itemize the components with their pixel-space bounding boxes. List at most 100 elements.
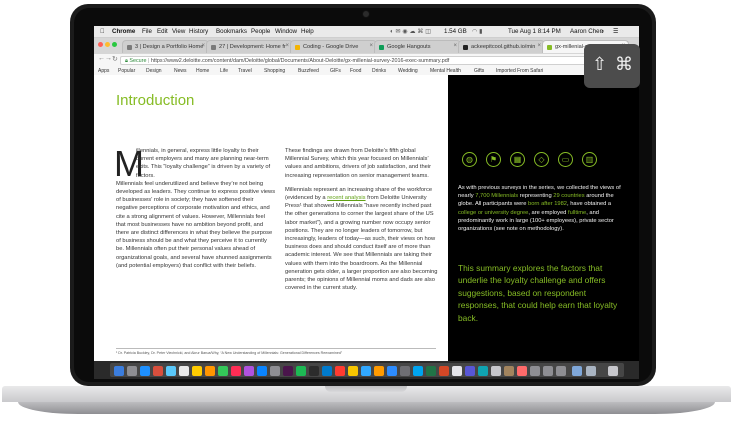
chrome-icon[interactable]	[153, 366, 163, 376]
bookmark-mental-health[interactable]: Mental Health	[430, 68, 461, 74]
bookmark-life[interactable]: Life	[220, 68, 228, 74]
bookmark-home[interactable]: Home	[196, 68, 209, 74]
command-key-icon: ⌘	[615, 54, 633, 74]
close-icon[interactable]: ×	[369, 43, 373, 49]
word-icon[interactable]	[413, 366, 423, 376]
app-icon[interactable]	[478, 366, 488, 376]
back-button[interactable]: ←	[98, 55, 105, 62]
menu-people[interactable]: People	[251, 28, 270, 35]
maximize-window-button[interactable]	[112, 42, 117, 47]
memory-indicator[interactable]: 1.54 GB	[444, 28, 467, 35]
calendar-app-icon[interactable]	[179, 366, 189, 376]
menu-history[interactable]: History	[189, 28, 208, 35]
tab-google-drive[interactable]: Coding - Google Drive ×	[290, 40, 377, 53]
bookmark-buzzfeed[interactable]: Buzzfeed	[298, 68, 319, 74]
xcode-icon[interactable]	[465, 366, 475, 376]
podcasts-icon[interactable]	[244, 366, 254, 376]
notes-icon[interactable]	[192, 366, 202, 376]
tab-hangouts[interactable]: Google Hangouts ×	[374, 40, 461, 53]
bookmark-design[interactable]: Design	[146, 68, 162, 74]
app-icon[interactable]	[491, 366, 501, 376]
music-icon[interactable]	[231, 366, 241, 376]
user-name[interactable]: Aaron Chen	[570, 28, 603, 35]
slack-icon[interactable]	[283, 366, 293, 376]
documents-folder-icon[interactable]	[586, 366, 596, 376]
wifi-icon[interactable]: ◠ ▮	[472, 28, 483, 35]
bookmark-gifs[interactable]: GIFs	[330, 68, 341, 74]
bookmark-wedding[interactable]: Wedding	[398, 68, 418, 74]
photos-icon[interactable]	[205, 366, 215, 376]
findings-paragraph: These findings are drawn from Deloitte’s…	[285, 148, 432, 179]
tab-github[interactable]: ackeepitcool.github.io/min ×	[458, 40, 545, 53]
preview-icon[interactable]	[400, 366, 410, 376]
bookmark-imported-from-safari[interactable]: Imported From Safari	[496, 68, 543, 74]
mail-icon[interactable]	[166, 366, 176, 376]
spotify-icon[interactable]	[296, 366, 306, 376]
search-icon[interactable]: ⌕	[601, 28, 604, 36]
powerpoint-icon[interactable]	[439, 366, 449, 376]
icon-row: ◍ ⚑ ▦ ◇ ▭ ▥	[462, 152, 622, 168]
close-icon[interactable]: ×	[537, 43, 541, 49]
list-icon[interactable]: ☰	[613, 28, 619, 35]
app-icon[interactable]	[556, 366, 566, 376]
briefcase-icon: ▭	[558, 152, 573, 167]
sketch-icon[interactable]	[348, 366, 358, 376]
photoshop-icon[interactable]	[361, 366, 371, 376]
code-editor-icon[interactable]	[322, 366, 332, 376]
launchpad-icon[interactable]	[127, 366, 137, 376]
tab-portfolio[interactable]: 3 | Design a Portfolio Home ×	[122, 40, 209, 53]
bookmark-popular[interactable]: Popular	[118, 68, 135, 74]
bookmark-food[interactable]: Food	[350, 68, 361, 74]
bookmark-gifts[interactable]: Gifts	[474, 68, 484, 74]
bookmark-drinks[interactable]: Drinks	[372, 68, 386, 74]
settings-icon[interactable]	[270, 366, 280, 376]
apple-icon[interactable]: 	[100, 28, 105, 35]
app-icon[interactable]	[504, 366, 514, 376]
app-icon[interactable]	[517, 366, 527, 376]
bookmark-apps[interactable]: Apps	[98, 68, 109, 74]
bookmark-news[interactable]: News	[174, 68, 187, 74]
menu-app-name[interactable]: Chrome	[112, 28, 135, 35]
pdf-app-icon[interactable]	[335, 366, 345, 376]
close-window-button[interactable]	[98, 42, 103, 47]
shift-key-icon: ⇧	[592, 54, 608, 74]
downloads-folder-icon[interactable]	[572, 366, 582, 376]
highlight-degree: college or university degree	[458, 209, 529, 216]
illustrator-icon[interactable]	[374, 366, 384, 376]
trash-icon[interactable]	[608, 366, 618, 376]
tab-development[interactable]: 27 | Development: Home fr ×	[206, 40, 293, 53]
menu-file[interactable]: File	[142, 28, 152, 35]
close-icon[interactable]: ×	[201, 43, 205, 49]
finder-icon[interactable]	[114, 366, 124, 376]
highlight-millennials: 7,700 Millennials	[475, 193, 519, 200]
menu-bookmarks[interactable]: Bookmarks	[216, 28, 247, 35]
close-icon[interactable]: ×	[453, 43, 457, 49]
status-icons[interactable]: ◐ ✉ ◉ ☁ ⌘ ◫	[390, 28, 431, 35]
bookmark-shopping[interactable]: Shopping	[264, 68, 285, 74]
app-icon[interactable]	[530, 366, 540, 376]
forward-button[interactable]: →	[105, 55, 112, 62]
close-icon[interactable]: ×	[285, 43, 289, 49]
recent-analysis-link[interactable]: recent analysis	[327, 195, 365, 201]
safari-icon[interactable]	[140, 366, 150, 376]
reload-button[interactable]: ↻	[112, 55, 118, 63]
menu-edit[interactable]: Edit	[157, 28, 168, 35]
textedit-icon[interactable]	[452, 366, 462, 376]
terminal-icon[interactable]	[309, 366, 319, 376]
bookmark-travel[interactable]: Travel	[238, 68, 252, 74]
laptop-base-bottom	[18, 402, 715, 414]
intro-lead: illennials, in general, express little l…	[136, 148, 271, 179]
app-store-icon[interactable]	[257, 366, 267, 376]
menu-help[interactable]: Help	[301, 28, 314, 35]
zoom-icon[interactable]	[387, 366, 397, 376]
url-input[interactable]: 🔒︎ Secure | https://www2.deloitte.com/co…	[120, 55, 588, 65]
excel-icon[interactable]	[426, 366, 436, 376]
messages-icon[interactable]	[218, 366, 228, 376]
dock	[94, 361, 639, 379]
menu-window[interactable]: Window	[275, 28, 297, 35]
app-icon[interactable]	[543, 366, 553, 376]
datetime[interactable]: Tue Aug 1 8:14 PM	[508, 28, 561, 35]
menu-view[interactable]: View	[172, 28, 185, 35]
flag-icon: ⚑	[486, 152, 501, 167]
minimize-window-button[interactable]	[105, 42, 110, 47]
